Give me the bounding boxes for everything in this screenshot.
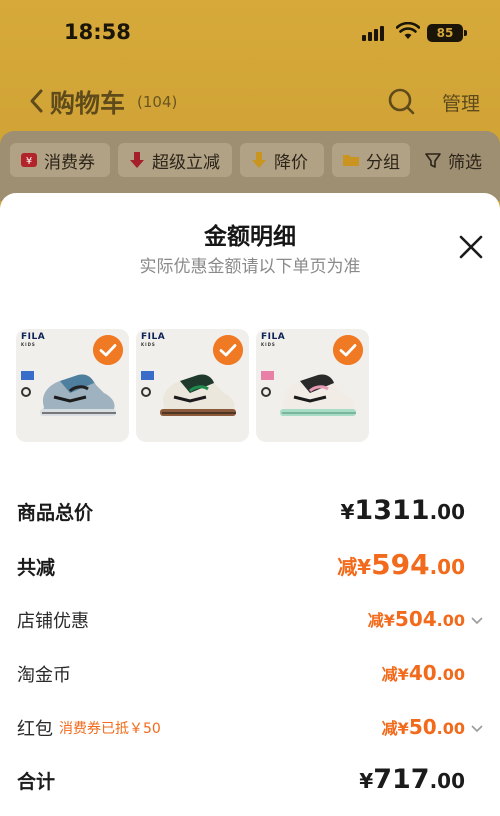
filter-chip-label: 降价 xyxy=(274,152,308,173)
filter-chip-price-drop[interactable]: 降价 xyxy=(240,143,324,177)
row-label: 红包 xyxy=(17,719,53,740)
check-icon[interactable] xyxy=(333,335,363,365)
chevron-down-icon[interactable] xyxy=(471,616,483,625)
row-red-packet[interactable]: 红包 消费券已抵￥50 减¥50.00 xyxy=(17,712,483,752)
selected-products: FILA KIDS FILA KIDS FILA KIDS xyxy=(16,329,376,443)
check-icon[interactable] xyxy=(93,335,123,365)
cellular-signal-icon xyxy=(362,25,388,41)
row-label: 共减 xyxy=(17,557,56,579)
amount-detail-sheet: 金额明细 实际优惠金额请以下单页为准 FILA KIDS FILA KIDS F… xyxy=(0,193,500,816)
cart-nav-bar: 购物车 (104) 管理 xyxy=(0,76,500,128)
status-bar: 18:58 85 xyxy=(0,0,500,62)
grand-total-value: ¥717.00 xyxy=(359,764,465,795)
folder-icon xyxy=(343,155,359,166)
price-drop-icon xyxy=(252,152,266,168)
filter-chip-super-discount[interactable]: 超级立减 xyxy=(118,143,232,177)
row-store-discount[interactable]: 店铺优惠 减¥504.00 xyxy=(17,604,483,644)
shoe-image xyxy=(280,374,356,416)
store-discount-value[interactable]: 减¥504.00 xyxy=(368,607,483,631)
red-packet-note: 消费券已抵￥50 xyxy=(59,721,161,737)
filter-chip-label: 消费券 xyxy=(44,152,95,173)
sheet-title: 金额明细 xyxy=(204,224,296,250)
manage-button[interactable]: 管理 xyxy=(442,89,480,116)
battery-icon: 85 xyxy=(427,24,467,42)
page-title: 购物车 xyxy=(50,89,126,118)
down-arrow-icon xyxy=(130,152,144,168)
filter-chip-label: 筛选 xyxy=(448,152,482,173)
filter-chip-voucher[interactable]: ¥ 消费券 xyxy=(10,143,110,177)
svg-text:¥: ¥ xyxy=(26,156,32,167)
brand-logo: FILA KIDS xyxy=(141,332,166,347)
row-total-price: 商品总价 ¥1311.00 xyxy=(17,495,483,535)
row-label: 商品总价 xyxy=(17,502,94,524)
filter-chip-label: 分组 xyxy=(366,152,400,173)
filter-bar: ¥ 消费券 超级立减 降价 分组 筛选 xyxy=(0,131,500,201)
filter-chip-filter[interactable]: 筛选 xyxy=(418,143,492,177)
wifi-icon xyxy=(396,22,420,39)
row-grand-total: 合计 ¥717.00 xyxy=(17,764,483,804)
chevron-down-icon[interactable] xyxy=(471,724,483,733)
product-thumbnail[interactable]: FILA KIDS xyxy=(16,329,129,442)
total-price-value: ¥1311.00 xyxy=(340,495,465,526)
row-label: 合计 xyxy=(17,771,56,793)
filter-chip-group[interactable]: 分组 xyxy=(332,143,410,177)
filter-chip-label: 超级立减 xyxy=(152,152,220,173)
close-icon[interactable] xyxy=(456,232,486,262)
sheet-subtitle: 实际优惠金额请以下单页为准 xyxy=(139,257,361,277)
funnel-icon xyxy=(425,153,441,168)
taojinbi-value: 减¥40.00 xyxy=(381,661,465,685)
row-taojinbi: 淘金币 减¥40.00 xyxy=(17,658,483,698)
row-label: 店铺优惠 xyxy=(17,611,89,632)
red-packet-value[interactable]: 减¥50.00 xyxy=(382,715,483,739)
brand-logo: FILA KIDS xyxy=(261,332,286,347)
total-discount-value: 减¥594.00 xyxy=(337,548,465,581)
product-thumbnail[interactable]: FILA KIDS xyxy=(256,329,369,442)
shoe-image xyxy=(40,374,116,416)
shoe-image xyxy=(160,374,236,416)
cart-item-count: (104) xyxy=(137,93,178,111)
check-icon[interactable] xyxy=(213,335,243,365)
voucher-icon: ¥ xyxy=(21,153,37,167)
brand-logo: FILA KIDS xyxy=(21,332,46,347)
search-icon[interactable] xyxy=(386,86,416,116)
back-chevron-icon[interactable] xyxy=(26,87,48,115)
product-thumbnail[interactable]: FILA KIDS xyxy=(136,329,249,442)
row-label: 淘金币 xyxy=(17,665,71,686)
row-total-discount: 共减 减¥594.00 xyxy=(17,548,483,590)
status-time: 18:58 xyxy=(64,20,131,44)
